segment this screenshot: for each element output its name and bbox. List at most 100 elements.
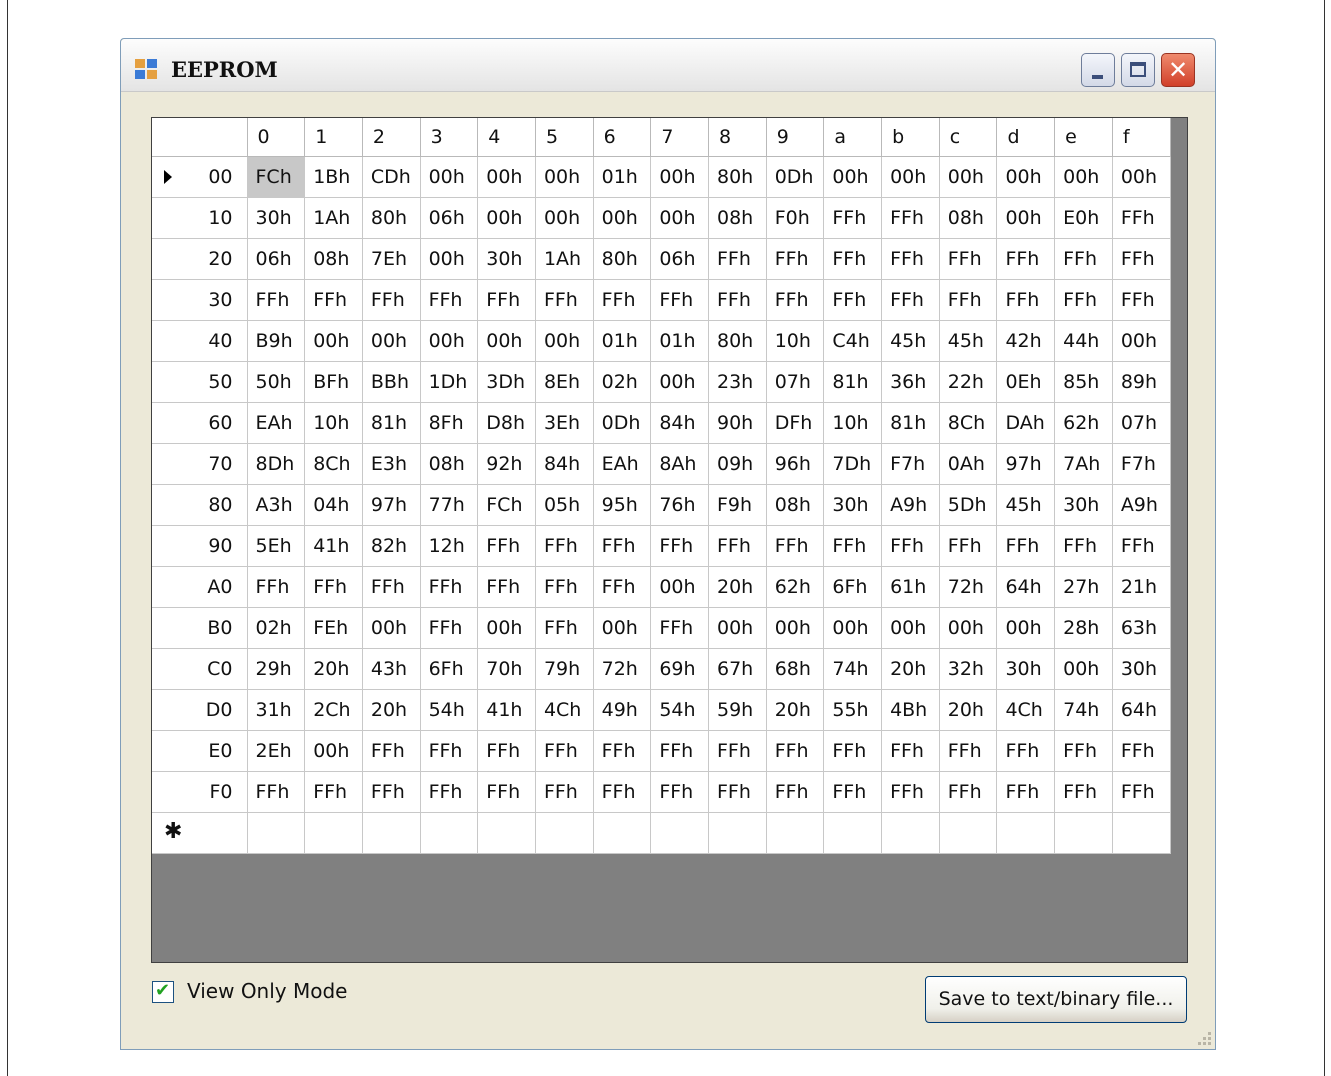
grid-cell[interactable]: 01h	[593, 156, 652, 198]
row-header-E0[interactable]: E0	[152, 730, 248, 772]
grid-cell[interactable]: 00h	[535, 320, 594, 362]
grid-cell[interactable]: C4h	[823, 320, 883, 362]
row-header-F0[interactable]: F0	[152, 771, 248, 813]
grid-cell[interactable]: 4Bh	[881, 689, 940, 731]
grid-cell[interactable]: 45h	[939, 320, 998, 362]
grid-cell[interactable]: 44h	[1054, 320, 1113, 362]
grid-cell[interactable]: FFh	[420, 279, 479, 321]
app-window-icon[interactable]	[135, 59, 159, 81]
grid-cell[interactable]: FFh	[881, 238, 940, 280]
grid-cell[interactable]: BBh	[362, 361, 421, 403]
grid-cell[interactable]: FFh	[996, 238, 1056, 280]
row-header-B0[interactable]: B0	[152, 607, 248, 649]
close-button[interactable]: ✕	[1161, 53, 1195, 87]
minimize-button[interactable]	[1081, 53, 1115, 87]
grid-cell[interactable]: 84h	[535, 443, 594, 485]
row-header-D0[interactable]: D0	[152, 689, 248, 731]
grid-cell[interactable]: 05h	[535, 484, 594, 526]
grid-cell[interactable]: FFh	[766, 279, 825, 321]
grid-cell[interactable]: FFh	[362, 730, 421, 772]
grid-cell[interactable]: FFh	[1054, 279, 1113, 321]
grid-cell[interactable]: 00h	[996, 197, 1056, 239]
grid-cell[interactable]: 74h	[823, 648, 883, 690]
resize-grip-icon[interactable]	[1197, 1031, 1211, 1045]
grid-cell[interactable]: FFh	[708, 771, 767, 813]
grid-cell[interactable]: FCh	[477, 484, 536, 526]
grid-cell[interactable]: 89h	[1112, 361, 1171, 403]
grid-cell[interactable]: 69h	[650, 648, 709, 690]
grid-cell[interactable]: 00h	[823, 607, 883, 649]
grid-cell[interactable]: FFh	[650, 730, 709, 772]
grid-cell[interactable]: FFh	[247, 771, 306, 813]
view-only-label[interactable]: View Only Mode	[187, 979, 347, 1003]
grid-cell[interactable]: FFh	[304, 566, 363, 608]
column-header-e[interactable]: e	[1054, 118, 1113, 157]
grid-cell[interactable]: 77h	[420, 484, 479, 526]
grid-cell[interactable]: FFh	[881, 771, 940, 813]
grid-cell[interactable]: 81h	[362, 402, 421, 444]
grid-cell[interactable]: 54h	[420, 689, 479, 731]
grid-cell[interactable]: E0h	[1054, 197, 1113, 239]
grid-cell[interactable]: FFh	[881, 279, 940, 321]
grid-cell[interactable]: FFh	[996, 730, 1056, 772]
grid-cell[interactable]: FFh	[939, 238, 998, 280]
grid-cell[interactable]: FFh	[766, 771, 825, 813]
grid-cell[interactable]: FFh	[823, 279, 883, 321]
grid-cell[interactable]: 63h	[1112, 607, 1171, 649]
grid-cell[interactable]: 00h	[593, 607, 652, 649]
grid-cell[interactable]: 80h	[593, 238, 652, 280]
grid-cell[interactable]: FFh	[362, 771, 421, 813]
grid-cell[interactable]: 7Eh	[362, 238, 421, 280]
grid-cell[interactable]: FFh	[247, 566, 306, 608]
grid-cell[interactable]: 4Ch	[535, 689, 594, 731]
grid-cell[interactable]: 00h	[996, 607, 1056, 649]
grid-cell[interactable]: FFh	[650, 607, 709, 649]
new-row-cell[interactable]	[708, 812, 767, 854]
column-header-8[interactable]: 8	[708, 118, 767, 157]
grid-cell[interactable]: A3h	[247, 484, 306, 526]
grid-cell[interactable]: 10h	[304, 402, 363, 444]
new-row-cell[interactable]	[939, 812, 998, 854]
grid-cell[interactable]: F0h	[766, 197, 825, 239]
grid-cell[interactable]: 20h	[362, 689, 421, 731]
grid-cell[interactable]: FFh	[477, 730, 536, 772]
grid-cell[interactable]: 8Eh	[535, 361, 594, 403]
grid-cell[interactable]: FFh	[939, 730, 998, 772]
grid-cell[interactable]: 20h	[939, 689, 998, 731]
column-header-2[interactable]: 2	[362, 118, 421, 157]
grid-cell[interactable]: 70h	[477, 648, 536, 690]
grid-cell[interactable]: FFh	[477, 566, 536, 608]
grid-cell[interactable]: A9h	[1112, 484, 1171, 526]
grid-cell[interactable]: 80h	[708, 156, 767, 198]
grid-cell[interactable]: FFh	[535, 771, 594, 813]
grid-cell[interactable]: F7h	[1112, 443, 1171, 485]
grid-cell[interactable]: CDh	[362, 156, 421, 198]
grid-cell[interactable]: 00h	[535, 197, 594, 239]
grid-cell[interactable]: 01h	[593, 320, 652, 362]
grid-cell[interactable]: D8h	[477, 402, 536, 444]
grid-cell[interactable]: 54h	[650, 689, 709, 731]
grid-cell[interactable]: B9h	[247, 320, 306, 362]
grid-cell[interactable]: 00h	[1054, 648, 1113, 690]
grid-cell[interactable]: 10h	[823, 402, 883, 444]
grid-cell[interactable]: 00h	[304, 730, 363, 772]
grid-cell[interactable]: 62h	[1054, 402, 1113, 444]
grid-cell[interactable]: 1Ah	[535, 238, 594, 280]
grid-cell[interactable]: 8Ch	[939, 402, 998, 444]
grid-cell[interactable]: 2Ch	[304, 689, 363, 731]
row-header-A0[interactable]: A0	[152, 566, 248, 608]
grid-cell[interactable]: FFh	[823, 197, 883, 239]
column-header-f[interactable]: f	[1112, 118, 1171, 157]
grid-cell[interactable]: 09h	[708, 443, 767, 485]
grid-cell[interactable]: 12h	[420, 525, 479, 567]
grid-cell[interactable]: 45h	[881, 320, 940, 362]
grid-cell[interactable]: 00h	[650, 197, 709, 239]
new-row-header[interactable]: ✱	[152, 812, 248, 854]
row-header-90[interactable]: 90	[152, 525, 248, 567]
grid-cell[interactable]: 6Fh	[823, 566, 883, 608]
grid-cell[interactable]: 00h	[477, 320, 536, 362]
row-header-40[interactable]: 40	[152, 320, 248, 362]
view-only-checkbox[interactable]: ✔	[152, 980, 174, 1003]
grid-cell[interactable]: 00h	[362, 320, 421, 362]
new-row-cell[interactable]	[535, 812, 594, 854]
